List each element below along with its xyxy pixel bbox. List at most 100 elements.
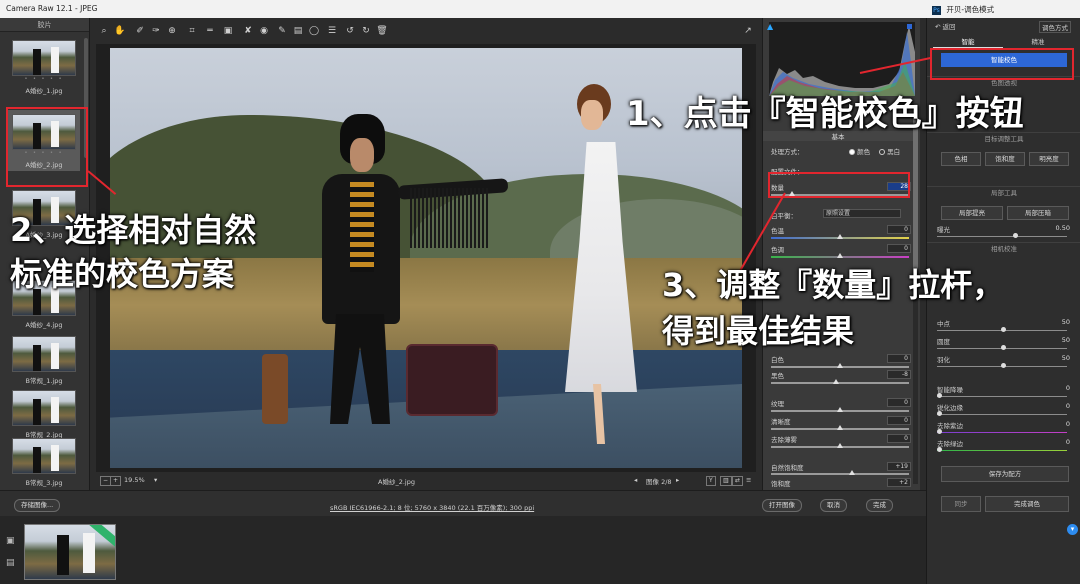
color-sampler-icon[interactable]: ✑ — [150, 25, 162, 37]
image-icon[interactable]: ▣ — [6, 536, 16, 546]
slider-knob[interactable] — [937, 393, 942, 398]
vibrance-value[interactable]: +19 — [887, 462, 911, 471]
target-adjust-icon[interactable]: ⊕ — [166, 25, 178, 37]
process-bw-radio[interactable]: 黑白 — [879, 146, 900, 156]
zoom-icon[interactable]: ⌕ — [98, 25, 110, 37]
filmstrip-item[interactable]: B常规_1.jpg — [8, 336, 80, 385]
feather-slider[interactable] — [937, 363, 1067, 368]
settings-icon[interactable]: ≡ — [746, 476, 751, 484]
slider-knob[interactable] — [837, 363, 843, 368]
trash-icon[interactable]: 🗑 — [376, 25, 388, 37]
slider-knob[interactable] — [837, 443, 843, 448]
local-darken-button[interactable]: 局部压暗 — [1007, 206, 1069, 220]
white-balance-icon[interactable]: ✐ — [134, 25, 146, 37]
document-thumbnail[interactable] — [24, 524, 116, 580]
exposure-slider[interactable] — [937, 233, 1067, 238]
radial-filter-icon[interactable]: ◯ — [308, 25, 320, 37]
tab-smart[interactable]: 智能 — [933, 36, 1003, 48]
compare-icon[interactable]: ▥ — [720, 476, 732, 486]
transform-icon[interactable]: ▣ — [222, 25, 234, 37]
filmstrip-item[interactable]: B常规_3.jpg — [8, 438, 80, 487]
midpoint-value[interactable]: 50 — [1062, 318, 1070, 326]
noise-slider[interactable] — [937, 393, 1067, 398]
luminance-button[interactable]: 明亮度 — [1029, 152, 1069, 166]
slider-knob[interactable] — [937, 411, 942, 416]
slider-knob[interactable] — [837, 407, 843, 412]
slider-knob[interactable] — [833, 379, 839, 384]
slider-knob[interactable] — [1013, 233, 1018, 238]
prev-image-icon[interactable]: ◂ — [634, 476, 637, 484]
dehaze-value[interactable]: 0 — [887, 434, 911, 443]
before-after-y-button[interactable]: Y — [706, 476, 716, 486]
slider-knob[interactable] — [937, 429, 942, 434]
fullscreen-icon[interactable]: ↗ — [742, 25, 754, 37]
hand-icon[interactable]: ✋ — [114, 25, 126, 37]
texture-slider[interactable] — [771, 407, 909, 412]
saturation-button[interactable]: 饱和度 — [985, 152, 1025, 166]
texture-value[interactable]: 0 — [887, 398, 911, 407]
zoom-in-button[interactable]: + — [110, 476, 122, 486]
dehaze-slider[interactable] — [771, 443, 909, 448]
rotate-right-icon[interactable]: ↻ — [360, 25, 372, 37]
blacks-value[interactable]: -8 — [887, 370, 911, 379]
mode-link[interactable]: 调色方式 — [1039, 21, 1071, 33]
brush-icon[interactable]: ✎ — [276, 25, 288, 37]
process-color-radio[interactable]: 颜色 — [849, 146, 870, 156]
temperature-slider[interactable] — [771, 234, 909, 239]
save-preset-button[interactable]: 保存为配方 — [941, 466, 1069, 482]
sharpen-slider[interactable] — [937, 411, 1067, 416]
slider-knob[interactable] — [849, 470, 855, 475]
whites-slider[interactable] — [771, 363, 909, 368]
swap-icon[interactable]: ⇄ — [732, 476, 744, 486]
sharpen-value[interactable]: 0 — [1066, 402, 1070, 410]
finish-color-button[interactable]: 完成调色 — [985, 496, 1069, 512]
feather-value[interactable]: 50 — [1062, 354, 1070, 362]
slider-knob[interactable] — [1001, 363, 1006, 368]
open-image-button[interactable]: 打开图像 — [762, 499, 802, 512]
red-eye-icon[interactable]: ◉ — [258, 25, 270, 37]
filmstrip-item[interactable]: • • • • • A婚纱_1.jpg — [8, 40, 80, 95]
preferences-icon[interactable]: ☰ — [326, 25, 338, 37]
roundness-value[interactable]: 50 — [1062, 336, 1070, 344]
clarity-slider[interactable] — [771, 425, 909, 430]
cancel-button[interactable]: 取消 — [820, 499, 847, 512]
green-fringe-slider[interactable] — [937, 447, 1067, 452]
shadow-clip-icon[interactable]: ▲ — [767, 22, 773, 31]
noise-value[interactable]: 0 — [1066, 384, 1070, 392]
whites-value[interactable]: 0 — [887, 354, 911, 363]
straighten-icon[interactable]: ═ — [204, 25, 216, 37]
local-brighten-button[interactable]: 局部提亮 — [941, 206, 1003, 220]
tint-slider[interactable] — [771, 253, 909, 258]
slider-knob[interactable] — [837, 234, 843, 239]
slider-knob[interactable] — [837, 425, 843, 430]
chevron-down-icon[interactable]: ▾ — [154, 476, 157, 484]
white-balance-select[interactable]: 原照设置 — [823, 209, 901, 218]
vibrance-slider[interactable] — [771, 470, 909, 475]
tab-precise[interactable]: 精准 — [1003, 36, 1073, 48]
purple-fringe-value[interactable]: 0 — [1066, 420, 1070, 428]
folder-icon[interactable]: ▤ — [6, 558, 16, 568]
tint-value[interactable]: 0 — [887, 244, 911, 253]
workflow-options-link[interactable]: sRGB IEC61966-2.1; 8 位; 5760 x 3840 (22.… — [330, 502, 534, 512]
crop-icon[interactable]: ⌗ — [186, 25, 198, 37]
filmstrip-item[interactable]: B常规_2.jpg — [8, 390, 80, 439]
clarity-value[interactable]: 0 — [887, 416, 911, 425]
slider-knob[interactable] — [937, 447, 942, 452]
rotate-left-icon[interactable]: ↺ — [344, 25, 356, 37]
saturation-value[interactable]: +2 — [887, 478, 911, 487]
back-button[interactable]: ↶ 返回 — [935, 21, 956, 31]
rating-stars[interactable]: • • • • • — [8, 76, 80, 82]
zoom-level[interactable]: 19.5% — [124, 476, 145, 484]
spot-removal-icon[interactable]: ✘ — [242, 25, 254, 37]
next-image-icon[interactable]: ▸ — [676, 476, 679, 484]
graduated-filter-icon[interactable]: ▤ — [292, 25, 304, 37]
blacks-slider[interactable] — [771, 379, 909, 384]
slider-knob[interactable] — [837, 253, 843, 258]
purple-fringe-slider[interactable] — [937, 429, 1067, 434]
done-button[interactable]: 完成 — [866, 499, 893, 512]
exposure-value[interactable]: 0.50 — [1056, 224, 1070, 232]
green-fringe-value[interactable]: 0 — [1066, 438, 1070, 446]
sync-button[interactable]: 同步 — [941, 496, 981, 512]
temperature-value[interactable]: 0 — [887, 225, 911, 234]
hue-button[interactable]: 色相 — [941, 152, 981, 166]
